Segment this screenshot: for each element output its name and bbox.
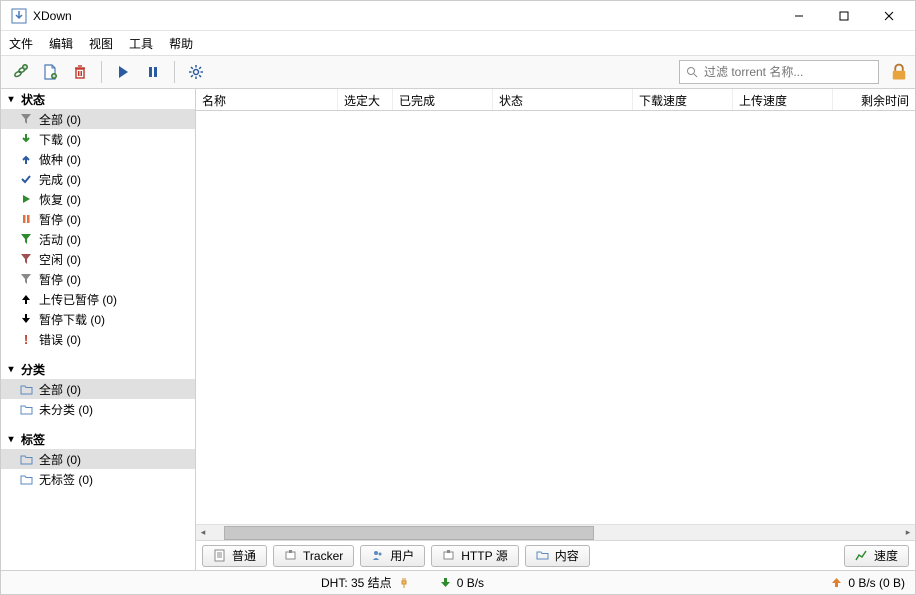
sidebar-tag-untagged[interactable]: 无标签 (0) [1, 469, 195, 489]
column-size[interactable]: 选定大小 [338, 89, 393, 110]
sidebar-status-resumed[interactable]: 恢复 (0) [1, 189, 195, 209]
table-header: 名称 选定大小 已完成 状态 下载速度 上传速度 剩余时间 [196, 89, 915, 111]
sidebar-group-tag[interactable]: ▾标签 [1, 429, 195, 449]
minimize-button[interactable] [776, 1, 821, 30]
filter-idle-icon [19, 252, 33, 266]
add-file-button[interactable] [37, 59, 63, 85]
scroll-left-arrow[interactable]: ◂ [196, 526, 210, 540]
chevron-down-icon: ▾ [5, 434, 17, 445]
search-input[interactable] [704, 65, 872, 79]
sidebar-status-upload-paused[interactable]: 上传已暂停 (0) [1, 289, 195, 309]
start-button[interactable] [110, 59, 136, 85]
tab-http[interactable]: HTTP 源 [431, 545, 518, 567]
sidebar-status-stalled[interactable]: 暂停 (0) [1, 269, 195, 289]
column-dlspeed[interactable]: 下载速度 [633, 89, 733, 110]
http-icon [442, 549, 455, 562]
sidebar-group-status[interactable]: ▾状态 [1, 89, 195, 109]
close-button[interactable] [866, 1, 911, 30]
add-link-button[interactable] [7, 59, 33, 85]
tab-general[interactable]: 普通 [202, 545, 267, 567]
play-icon [19, 192, 33, 206]
horizontal-scrollbar[interactable]: ◂ ▸ [196, 524, 915, 540]
status-dht: DHT: 35 结点 [321, 574, 410, 591]
folder-icon [19, 382, 33, 396]
filter-icon [19, 112, 33, 126]
tab-peers[interactable]: 用户 [360, 545, 425, 567]
chart-icon [855, 549, 868, 562]
sidebar-tag-all[interactable]: 全部 (0) [1, 449, 195, 469]
tab-speed[interactable]: 速度 [844, 545, 909, 567]
search-box[interactable] [679, 60, 879, 84]
pause-button[interactable] [140, 59, 166, 85]
search-icon [686, 66, 698, 78]
maximize-button[interactable] [821, 1, 866, 30]
doc-icon [213, 549, 226, 562]
status-download-speed: 0 B/s [440, 576, 484, 590]
column-upspeed[interactable]: 上传速度 [733, 89, 833, 110]
tab-tracker[interactable]: Tracker [273, 545, 354, 567]
error-icon: ! [19, 332, 33, 346]
column-name[interactable]: 名称 [196, 89, 338, 110]
folder-icon [19, 472, 33, 486]
sidebar-group-category[interactable]: ▾分类 [1, 359, 195, 379]
detail-tabs: 普通 Tracker 用户 HTTP 源 内容 速度 [196, 540, 915, 570]
sidebar-status-errored[interactable]: !错误 (0) [1, 329, 195, 349]
sidebar-status-downloading[interactable]: 下载 (0) [1, 129, 195, 149]
folder-icon [19, 402, 33, 416]
delete-button[interactable] [67, 59, 93, 85]
lock-icon[interactable] [889, 62, 909, 82]
window-title: XDown [33, 9, 72, 23]
menu-help[interactable]: 帮助 [169, 35, 193, 52]
chevron-down-icon: ▾ [5, 364, 17, 375]
settings-button[interactable] [183, 59, 209, 85]
sidebar-status-download-paused[interactable]: 暂停下载 (0) [1, 309, 195, 329]
chevron-down-icon: ▾ [5, 94, 17, 105]
sidebar-status-seeding[interactable]: 做种 (0) [1, 149, 195, 169]
menu-view[interactable]: 视图 [89, 35, 113, 52]
menu-bar: 文件 编辑 视图 工具 帮助 [1, 31, 915, 55]
folder-icon [19, 452, 33, 466]
app-icon [11, 8, 27, 24]
table-body[interactable] [196, 111, 915, 524]
column-status[interactable]: 状态 [493, 89, 633, 110]
pause-icon [19, 212, 33, 226]
scroll-right-arrow[interactable]: ▸ [901, 526, 915, 540]
download-arrow-icon [19, 132, 33, 146]
menu-tools[interactable]: 工具 [129, 35, 153, 52]
sidebar-status-all[interactable]: 全部 (0) [1, 109, 195, 129]
sidebar-status-inactive[interactable]: 空闲 (0) [1, 249, 195, 269]
menu-file[interactable]: 文件 [9, 35, 33, 52]
tracker-icon [284, 549, 297, 562]
up-arrow-icon [831, 577, 842, 588]
content-area: 名称 选定大小 已完成 状态 下载速度 上传速度 剩余时间 ◂ ▸ 普通 Tra… [196, 89, 915, 570]
status-upload-speed: 0 B/s (0 B) [831, 576, 905, 590]
column-done[interactable]: 已完成 [393, 89, 493, 110]
sidebar-status-completed[interactable]: 完成 (0) [1, 169, 195, 189]
upload-arrow-icon [19, 152, 33, 166]
filter-stalled-icon [19, 272, 33, 286]
toolbar [1, 55, 915, 89]
plug-icon [398, 577, 410, 589]
peers-icon [371, 549, 384, 562]
down-arrow-icon [440, 577, 451, 588]
sidebar-status-active[interactable]: 活动 (0) [1, 229, 195, 249]
column-eta[interactable]: 剩余时间 [833, 89, 915, 110]
sidebar-category-uncategorized[interactable]: 未分类 (0) [1, 399, 195, 419]
down-solid-icon [19, 312, 33, 326]
up-solid-icon [19, 292, 33, 306]
sidebar-status-paused[interactable]: 暂停 (0) [1, 209, 195, 229]
filter-active-icon [19, 232, 33, 246]
sidebar-category-all[interactable]: 全部 (0) [1, 379, 195, 399]
sidebar: ▾状态 全部 (0) 下载 (0) 做种 (0) 完成 (0) 恢复 (0) 暂… [1, 89, 196, 570]
check-icon [19, 172, 33, 186]
folder-icon [536, 549, 549, 562]
title-bar: XDown [1, 1, 915, 31]
scroll-thumb[interactable] [224, 526, 594, 540]
tab-content[interactable]: 内容 [525, 545, 590, 567]
menu-edit[interactable]: 编辑 [49, 35, 73, 52]
status-bar: DHT: 35 结点 0 B/s 0 B/s (0 B) [1, 570, 915, 594]
